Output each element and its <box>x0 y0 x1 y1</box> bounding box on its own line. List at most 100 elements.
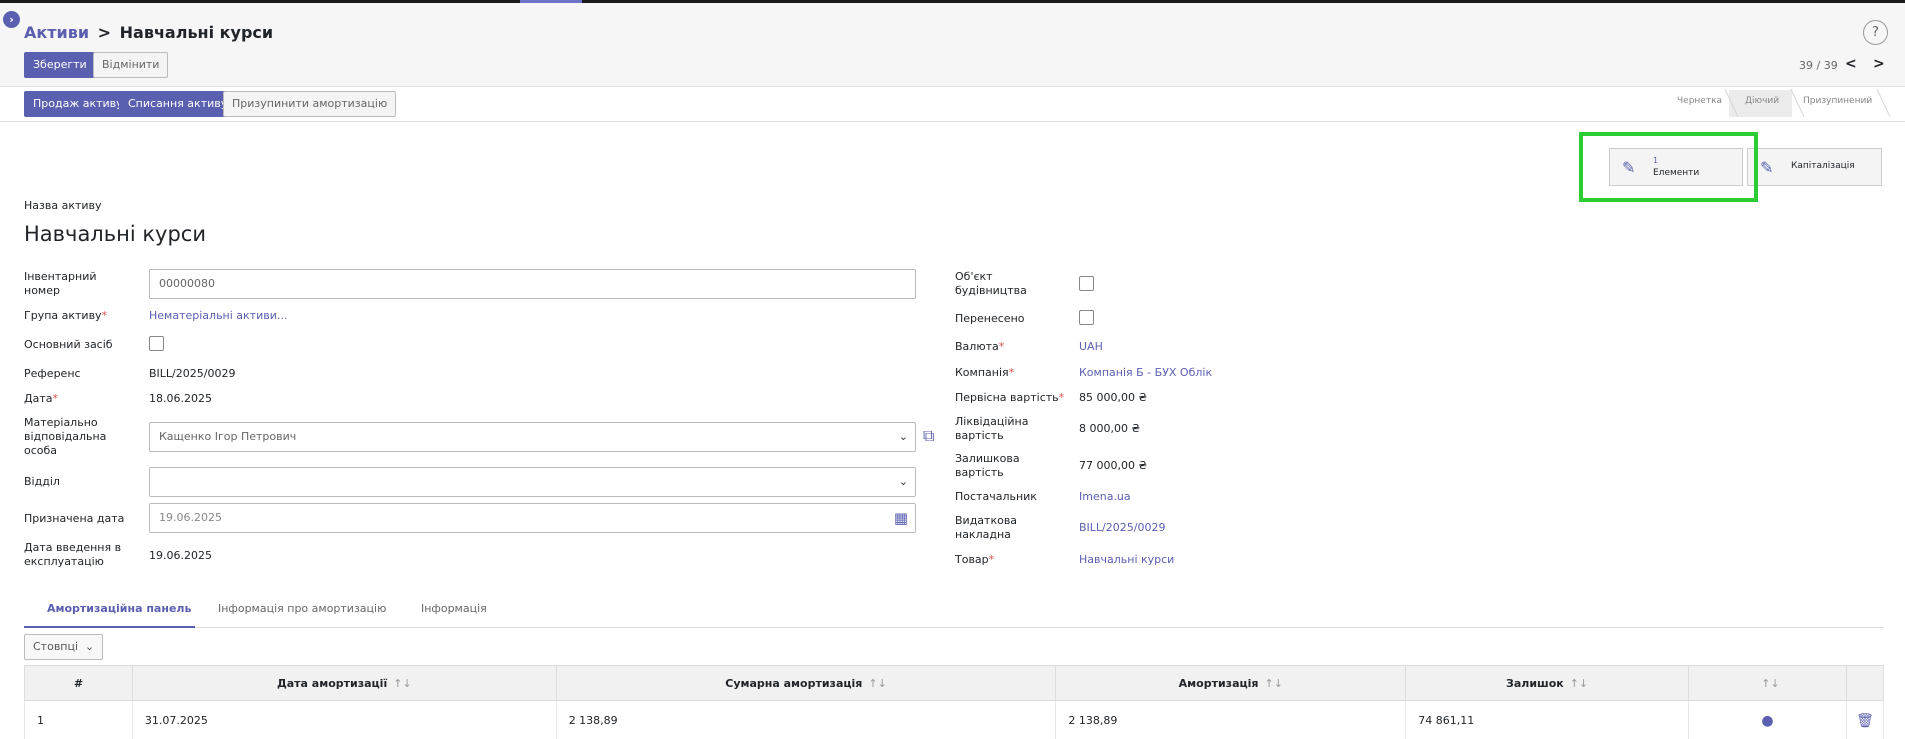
notebook-tabs: Амортизаційна панель Інформація про амор… <box>24 600 1884 628</box>
date-label: Дата <box>24 392 58 406</box>
col-date[interactable]: Дата амортизації ↑↓ <box>131 665 557 701</box>
table-row[interactable]: 1 31.07.2025 2 138,89 2 138,89 74 861,11… <box>24 700 1885 739</box>
col-number[interactable]: # <box>24 665 133 701</box>
dispose-asset-button[interactable]: Списання активу <box>119 91 237 117</box>
commission-date-label: Дата введення в експлуатацію <box>24 541 122 568</box>
active-tab-underline <box>24 626 195 628</box>
department-label: Відділ <box>24 475 60 488</box>
columns-label: Стовпці <box>33 640 79 653</box>
bill-value[interactable]: BILL/2025/0029 <box>1079 521 1165 534</box>
discard-button[interactable]: Відмінити <box>93 52 169 78</box>
original-value: 85 000,00 ₴ <box>1079 391 1147 404</box>
tab-info[interactable]: Інформація <box>421 602 487 615</box>
depreciation-table: # Дата амортизації ↑↓ Сумарна амортизація… <box>24 665 1885 739</box>
col-cumulative[interactable]: Сумарна амортизація ↑↓ <box>555 665 1057 701</box>
company-value[interactable]: Компанія Б - БУХ Облік <box>1079 366 1212 379</box>
sort-icon: ↑↓ <box>1569 676 1589 690</box>
sort-icon: ↑↓ <box>1761 676 1780 690</box>
fixed-asset-label: Основний засіб <box>24 338 113 351</box>
col-amount[interactable]: Амортизація ↑↓ <box>1055 665 1407 701</box>
vendor-value[interactable]: Imena.ua <box>1079 490 1131 503</box>
trash-icon[interactable]: 🗑 <box>1845 700 1885 739</box>
assigned-date-input[interactable]: 19.06.2025 ▦ <box>149 503 916 533</box>
pencil-icon: ✎ <box>1760 158 1774 177</box>
construction-checkbox[interactable] <box>1079 276 1094 291</box>
col-cumulative-label: Сумарна амортизація <box>725 676 863 690</box>
transferred-label: Перенесено <box>955 312 1025 325</box>
group-value[interactable]: Нематеріальні активи... <box>149 309 287 322</box>
reference-value: BILL/2025/0029 <box>149 367 236 380</box>
chevron-right-icon[interactable]: › <box>3 11 20 28</box>
col-status[interactable]: ↑↓ <box>1688 665 1847 701</box>
pager-prev-button[interactable]: < <box>1845 56 1857 72</box>
status-paused[interactable]: Призупинений <box>1803 96 1872 106</box>
pause-depreciation-button[interactable]: Призупинити амортизацію <box>223 91 397 117</box>
col-remaining[interactable]: Залишок ↑↓ <box>1405 665 1690 701</box>
external-link-icon[interactable]: ⧉ <box>923 426 934 446</box>
sort-icon: ↑↓ <box>1264 676 1283 690</box>
tab-depreciation-board[interactable]: Амортизаційна панель <box>47 602 191 615</box>
chevron-down-icon: ⌄ <box>84 640 95 653</box>
date-value: 18.06.2025 <box>149 392 212 405</box>
status-dot-icon: ● <box>1688 700 1847 739</box>
assigned-date-value: 19.06.2025 <box>159 511 222 524</box>
inventory-label: Інвентарний номер <box>24 270 97 297</box>
residual-label: Залишкова вартість <box>955 452 1020 479</box>
inventory-input[interactable]: 00000080 <box>149 269 916 299</box>
help-icon[interactable]: ? <box>1863 20 1888 45</box>
responsible-label: Матеріально відповідальна особа <box>24 416 107 457</box>
currency-label: Валюта <box>955 340 1004 354</box>
col-amount-label: Амортизація <box>1178 676 1259 690</box>
col-remaining-label: Залишок <box>1506 676 1564 690</box>
department-select[interactable]: ⌄ <box>149 467 916 497</box>
chevron-down-icon: ⌄ <box>898 430 908 443</box>
cell-remaining: 74 861,11 <box>1405 700 1690 739</box>
col-date-label: Дата амортизації <box>276 676 388 690</box>
calendar-icon[interactable]: ▦ <box>894 504 908 532</box>
action-bar: Продаж активу Списання активу Призупинит… <box>0 87 1905 122</box>
construction-label: Об'єкт будівництва <box>955 270 1027 297</box>
product-value[interactable]: Навчальні курси <box>1079 553 1174 566</box>
asset-name-label: Назва активу <box>24 199 102 212</box>
cell-number: 1 <box>24 700 133 739</box>
status-running[interactable]: Діючий <box>1745 96 1779 106</box>
responsible-value: Кащенко Ігор Петрович <box>159 430 297 443</box>
columns-button[interactable]: Стовпці ⌄ <box>24 634 104 660</box>
pager-next-button[interactable]: > <box>1873 56 1885 72</box>
sort-icon: ↑↓ <box>868 676 887 690</box>
pager-value: 39 / 39 <box>1799 59 1838 72</box>
company-label: Компанія <box>955 366 1014 380</box>
transferred-checkbox[interactable] <box>1079 310 1094 325</box>
status-draft[interactable]: Чернетка <box>1677 96 1722 106</box>
col-actions <box>1845 665 1885 701</box>
tab-depreciation-info[interactable]: Інформація про амортизацію <box>218 602 386 615</box>
assigned-date-label: Призначена дата <box>24 512 125 525</box>
group-label: Група активу <box>24 309 107 323</box>
save-button[interactable]: Зберегти <box>24 52 96 78</box>
commission-date-value: 19.06.2025 <box>149 549 212 562</box>
fixed-asset-checkbox[interactable] <box>149 336 164 351</box>
table-header-row: # Дата амортизації ↑↓ Сумарна амортизація… <box>24 665 1885 701</box>
sell-asset-button[interactable]: Продаж активу <box>24 91 132 117</box>
capitalization-label: Капіталізація <box>1791 161 1855 171</box>
asset-name-value[interactable]: Навчальні курси <box>24 222 206 246</box>
control-panel: › Активи > Навчальні курси ? Зберегти Ві… <box>0 3 1905 87</box>
original-value-label: Первісна вартість <box>955 391 1064 405</box>
residual-value: 77 000,00 ₴ <box>1079 459 1147 472</box>
currency-value[interactable]: UAH <box>1079 340 1103 353</box>
chevron-down-icon: ⌄ <box>898 475 908 488</box>
highlight-box <box>1579 132 1758 202</box>
sort-icon: ↑↓ <box>393 676 412 690</box>
breadcrumb-parent-link[interactable]: Активи <box>24 23 89 42</box>
breadcrumb-current: Навчальні курси <box>119 23 274 42</box>
bill-label: Видаткова накладна <box>955 514 1018 541</box>
reference-label: Референс <box>24 367 81 380</box>
cell-amount: 2 138,89 <box>1055 700 1407 739</box>
breadcrumb: Активи > Навчальні курси <box>24 23 273 42</box>
cell-cumulative: 2 138,89 <box>555 700 1057 739</box>
capitalization-button[interactable]: ✎ Капіталізація <box>1747 148 1882 186</box>
vendor-label: Постачальник <box>955 490 1037 503</box>
breadcrumb-separator: > <box>97 23 112 42</box>
salvage-label: Ліквідаційна вартість <box>955 415 1029 442</box>
responsible-select[interactable]: Кащенко Ігор Петрович ⌄ <box>149 422 916 452</box>
